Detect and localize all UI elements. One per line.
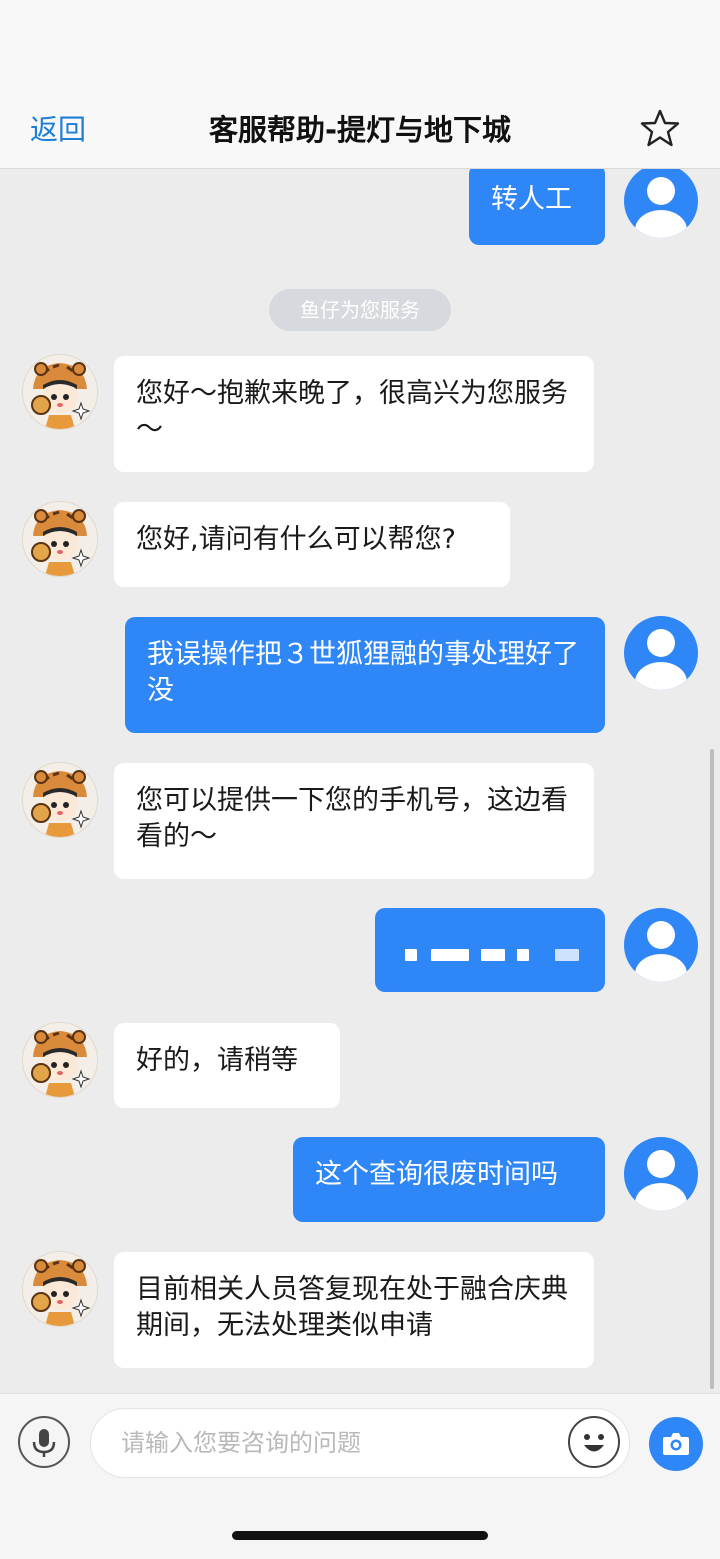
status-bar xyxy=(0,0,720,100)
nav-header: 返回 客服帮助-提灯与地下城 xyxy=(0,100,720,169)
service-notice: 鱼仔为您服务 xyxy=(269,289,451,331)
agent-avatar[interactable] xyxy=(22,762,98,838)
user-avatar[interactable] xyxy=(624,908,698,982)
page-title: 客服帮助-提灯与地下城 xyxy=(208,113,512,147)
user-avatar-icon xyxy=(635,921,687,982)
agent-avatar[interactable] xyxy=(22,1022,98,1098)
agent-message: 您可以提供一下您的手机号，这边看看的～ xyxy=(114,763,594,879)
message-text: 您可以提供一下您的手机号，这边看看的～ xyxy=(136,785,568,852)
star-icon[interactable] xyxy=(640,108,680,148)
agent-avatar[interactable] xyxy=(22,1251,98,1327)
tiger-hat-avatar-icon xyxy=(23,1252,97,1326)
agent-message: 目前相关人员答复现在处于融合庆典期间，无法处理类似申请 xyxy=(114,1252,594,1368)
agent-message: 您好,请问有什么可以帮您? xyxy=(114,502,510,587)
agent-avatar[interactable] xyxy=(22,501,98,577)
chat-scrollbar[interactable] xyxy=(710,749,714,1389)
camera-icon[interactable] xyxy=(649,1417,703,1471)
agent-message: 好的，请稍等 xyxy=(114,1023,340,1108)
chat-area[interactable]: 转人工 鱼仔为您服务 您好～抱歉来晚了，很高兴为您服务～ 您好,请问有什么可以帮… xyxy=(0,169,720,1393)
message-text: 我误操作把３世狐狸融的事处理好了没 xyxy=(147,639,579,706)
microphone-icon[interactable] xyxy=(18,1416,70,1468)
user-avatar-icon xyxy=(635,1150,687,1211)
user-message: 我误操作把３世狐狸融的事处理好了没 xyxy=(125,617,605,733)
redaction-block xyxy=(405,949,417,961)
user-message-redacted xyxy=(375,908,605,992)
user-avatar[interactable] xyxy=(624,616,698,690)
message-text: 您好～抱歉来晚了，很高兴为您服务～ xyxy=(136,378,568,445)
input-bar: 请输入您要咨询的问题 xyxy=(0,1393,720,1559)
user-message: 转人工 xyxy=(469,169,605,245)
message-input[interactable]: 请输入您要咨询的问题 xyxy=(90,1408,630,1478)
redaction-block xyxy=(555,949,579,961)
redaction-block xyxy=(517,949,529,961)
redaction-block xyxy=(481,949,505,961)
tiger-hat-avatar-icon xyxy=(23,763,97,837)
agent-avatar[interactable] xyxy=(22,354,98,430)
message-text: 您好,请问有什么可以帮您? xyxy=(136,524,456,555)
emoji-icon[interactable] xyxy=(568,1416,620,1468)
tiger-hat-avatar-icon xyxy=(23,355,97,429)
user-avatar-icon xyxy=(635,629,687,690)
agent-message: 您好～抱歉来晚了，很高兴为您服务～ xyxy=(114,356,594,472)
home-indicator xyxy=(232,1531,488,1540)
user-avatar-icon xyxy=(635,177,687,238)
message-text: 转人工 xyxy=(491,184,572,215)
message-text: 目前相关人员答复现在处于融合庆典期间，无法处理类似申请 xyxy=(136,1274,568,1341)
tiger-hat-avatar-icon xyxy=(23,502,97,576)
user-avatar[interactable] xyxy=(624,1137,698,1211)
tiger-hat-avatar-icon xyxy=(23,1023,97,1097)
user-message: 这个查询很废时间吗 xyxy=(293,1137,605,1222)
message-text: 这个查询很废时间吗 xyxy=(315,1159,558,1190)
message-text: 好的，请稍等 xyxy=(136,1045,298,1076)
user-avatar[interactable] xyxy=(624,169,698,238)
redaction-block xyxy=(431,949,469,961)
